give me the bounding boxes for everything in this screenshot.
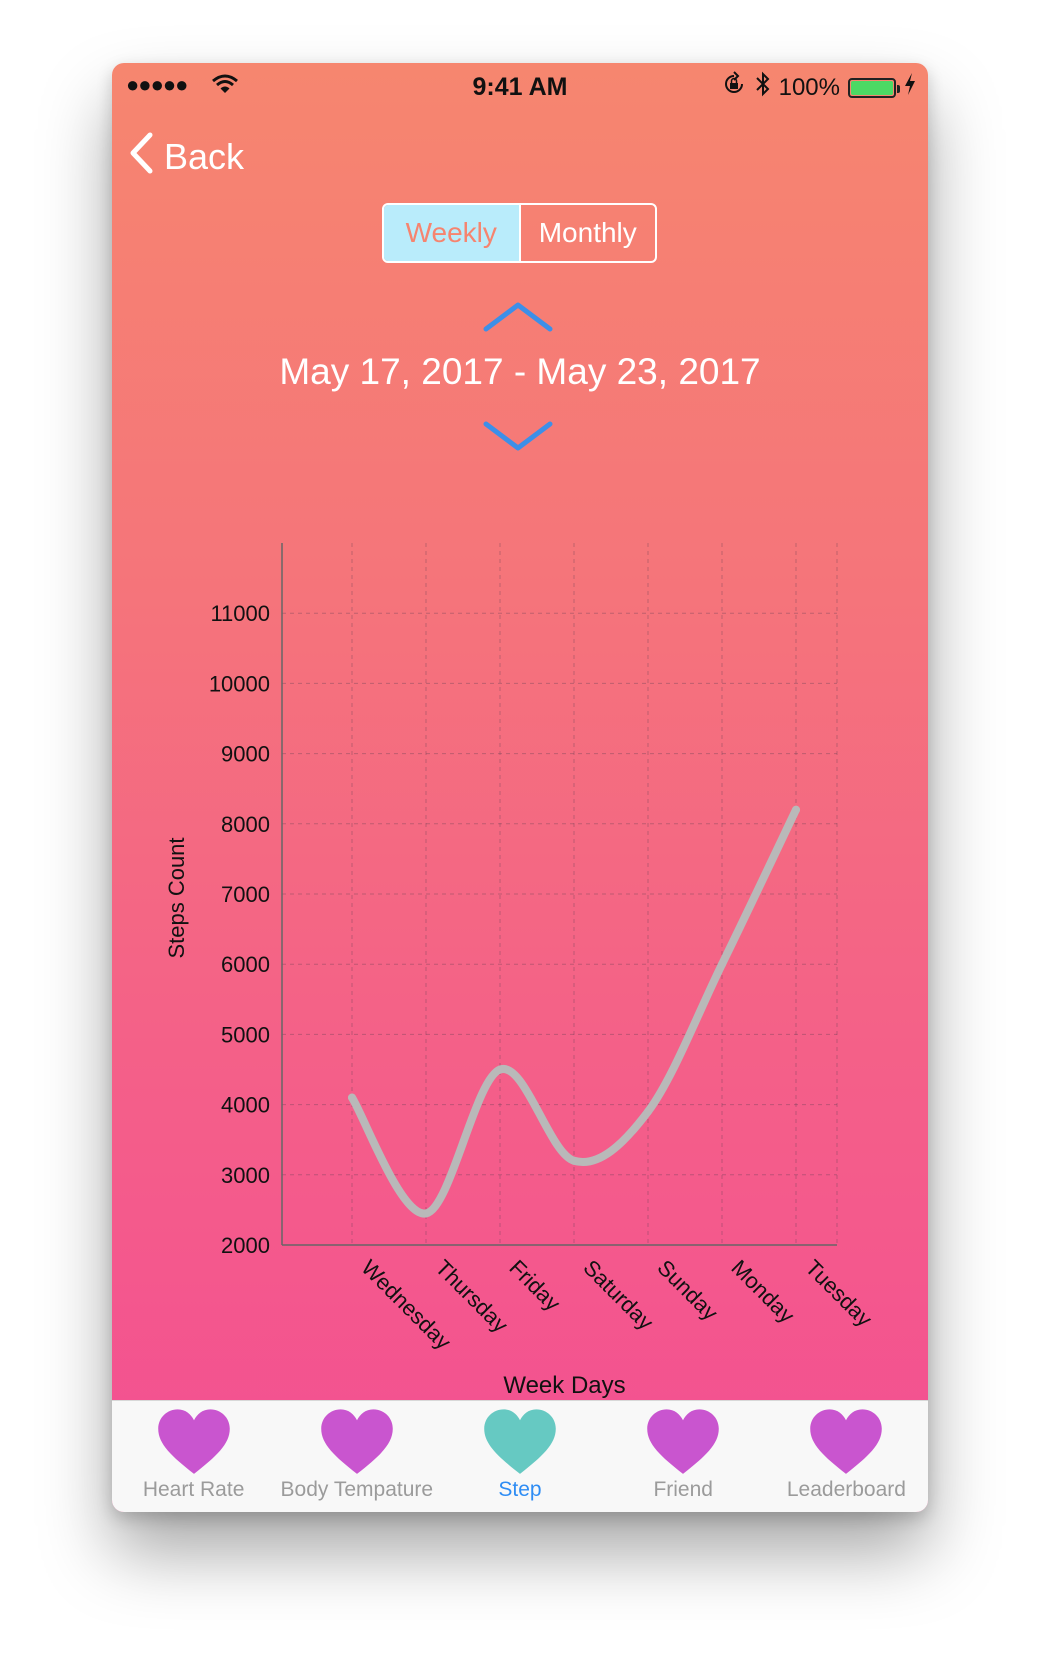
y-tick-label: 8000 bbox=[221, 812, 270, 837]
chart-point bbox=[644, 1107, 652, 1116]
bluetooth-icon bbox=[755, 71, 771, 104]
status-right-group: 100% bbox=[721, 71, 916, 104]
x-tick-label: Monday bbox=[726, 1255, 799, 1328]
tab-label: Friend bbox=[653, 1478, 713, 1501]
chart-point bbox=[718, 960, 726, 969]
tab-label: Leaderboard bbox=[786, 1478, 906, 1501]
chart-point bbox=[422, 1209, 430, 1218]
y-tick-label: 6000 bbox=[221, 952, 270, 977]
x-tick-label: Tuesday bbox=[800, 1255, 877, 1332]
chart-x-axis-title: Week Days bbox=[503, 1372, 625, 1399]
x-tick-label: Friday bbox=[504, 1255, 565, 1316]
y-tick-label: 10000 bbox=[209, 671, 270, 696]
chart-points bbox=[348, 805, 800, 1218]
chevron-left-icon bbox=[128, 131, 154, 184]
battery-cap bbox=[897, 84, 900, 93]
chart-y-axis-title: Steps Count bbox=[164, 837, 189, 958]
chart-point bbox=[792, 805, 800, 814]
heart-icon bbox=[321, 1409, 393, 1474]
y-tick-label: 3000 bbox=[221, 1163, 270, 1188]
tab-friend[interactable]: Friend bbox=[602, 1401, 765, 1512]
period-segmented-control: Weekly Monthly bbox=[382, 203, 657, 263]
heart-icon bbox=[157, 1409, 230, 1474]
segment-monthly[interactable]: Monthly bbox=[518, 205, 656, 261]
tab-label: Heart Rate bbox=[142, 1478, 245, 1501]
heart-icon bbox=[484, 1409, 556, 1474]
y-tick-label: 11000 bbox=[210, 601, 270, 626]
previous-week-button[interactable] bbox=[482, 299, 554, 340]
y-tick-label: 5000 bbox=[221, 1022, 270, 1047]
segment-weekly[interactable]: Weekly bbox=[384, 205, 519, 261]
chart-point bbox=[570, 1156, 578, 1165]
tab-label: Step bbox=[498, 1478, 542, 1501]
tab-leaderboard[interactable]: Leaderboard bbox=[765, 1401, 928, 1512]
x-tick-label: Sunday bbox=[652, 1255, 722, 1325]
chart-point bbox=[496, 1065, 504, 1074]
charging-bolt-icon bbox=[904, 72, 916, 103]
orientation-lock-icon bbox=[721, 71, 747, 104]
y-tick-label: 4000 bbox=[221, 1093, 270, 1118]
y-tick-label: 7000 bbox=[221, 882, 270, 907]
chevron-down-icon bbox=[483, 421, 553, 451]
steps-line-chart: 2000 3000 4000 5000 6000 7000 8000 9000 10000 110… bbox=[164, 543, 877, 1399]
chevron-up-icon bbox=[483, 302, 553, 332]
back-button[interactable]: Back bbox=[128, 131, 244, 183]
battery-percent: 100% bbox=[778, 73, 840, 101]
tab-step[interactable]: Step bbox=[438, 1401, 601, 1512]
chart-point bbox=[348, 1093, 356, 1102]
y-tick-label: 2000 bbox=[221, 1233, 270, 1258]
phone-screen: ●●●●● 9:41 AM 100% Back Weekly Monthly M… bbox=[112, 63, 928, 1512]
x-tick-label: Saturday bbox=[578, 1255, 658, 1335]
tab-body-tempature[interactable]: Body Tempature bbox=[275, 1401, 438, 1512]
tab-bar: Heart Rate Body Tempature Step Friend Le… bbox=[112, 1400, 928, 1512]
y-tick-label: 9000 bbox=[221, 742, 270, 767]
heart-icon bbox=[647, 1409, 719, 1474]
back-label: Back bbox=[164, 136, 245, 177]
status-bar: ●●●●● 9:41 AM 100% bbox=[112, 63, 928, 107]
tab-heart-rate[interactable]: Heart Rate bbox=[112, 1401, 275, 1512]
next-week-button[interactable] bbox=[482, 418, 554, 459]
battery-icon bbox=[848, 77, 900, 98]
battery-level-fill bbox=[851, 80, 893, 95]
heart-icon bbox=[810, 1409, 883, 1474]
chart-tick-labels: 2000 3000 4000 5000 6000 7000 8000 9000 10000 110… bbox=[209, 601, 877, 1354]
tab-label: Body Tempature bbox=[280, 1478, 434, 1501]
date-range-label: May 17, 2017 - May 23, 2017 bbox=[279, 351, 761, 392]
